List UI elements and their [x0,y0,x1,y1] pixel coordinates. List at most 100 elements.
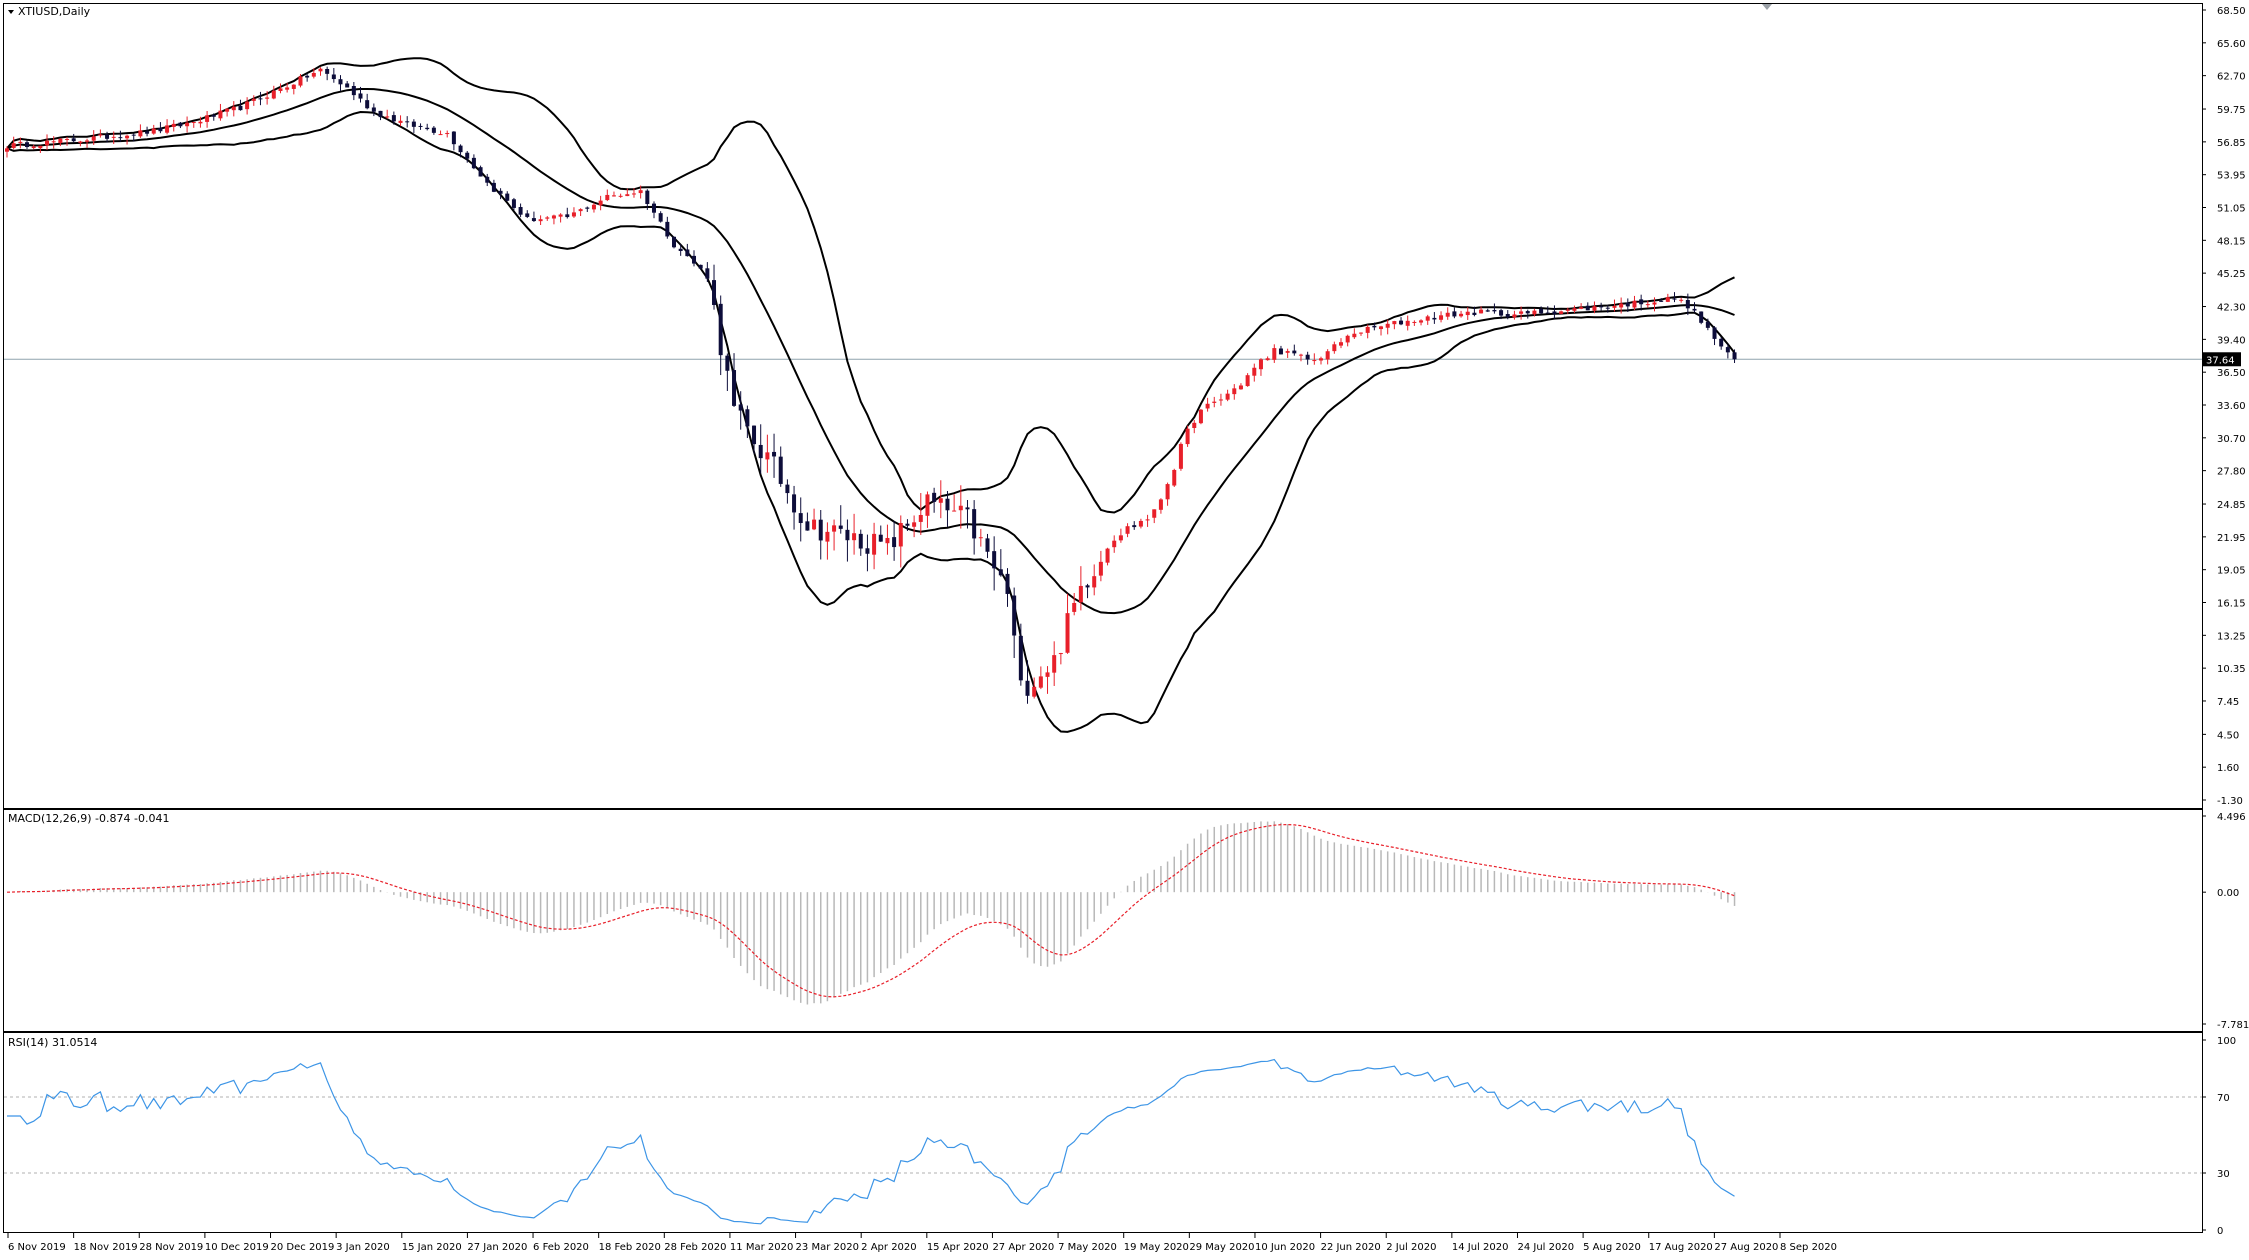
candle-body [471,157,476,169]
candle-body [1732,352,1737,360]
candle-body [1205,403,1210,409]
candle-body [1465,311,1470,316]
candle-body [598,200,603,206]
candle-body [38,145,43,149]
price-tick-label: 7.45 [2217,697,2239,708]
candle-body [385,116,390,118]
date-tick-label: 10 Jun 2020 [1255,1242,1315,1253]
candle-body [778,456,783,484]
candle-body [1192,422,1197,428]
date-tick-label: 5 Aug 2020 [1583,1242,1641,1253]
candle-body [1078,585,1083,603]
candle-body [231,106,236,111]
candle-body [1479,309,1484,314]
candle-body [405,121,410,123]
price-tick-label: 65.60 [2217,39,2246,50]
candle-body [1712,327,1717,339]
candle-body [618,195,623,197]
trading-chart[interactable]: 68.50 65.60 62.70 59.75 56.85 53.95 51.05 48.15… [0,0,2249,1260]
candle-body [65,138,70,140]
candle-body [725,355,730,371]
candle-body [398,120,403,123]
candle-body [1032,686,1037,697]
candle-body [91,136,96,141]
candle-body [1305,354,1310,360]
candle-body [1272,348,1277,360]
candle-body [1225,393,1230,400]
candle-body [1365,326,1370,333]
candle-body [1512,314,1517,318]
candle-body [998,569,1003,576]
date-tick-label: 18 Nov 2019 [74,1242,138,1253]
candle-body [1679,299,1684,301]
candle-body [1385,323,1390,328]
date-tick-label: 27 Aug 2020 [1714,1242,1778,1253]
candle-body [1405,320,1410,326]
candle-body [1559,311,1564,314]
candle-body [1278,348,1283,355]
date-tick-label: 14 Jul 2020 [1452,1242,1509,1253]
candle-body [745,409,750,427]
candle-body [145,131,150,134]
candle-body [1492,310,1497,312]
candle-body [952,510,957,512]
candle-body [165,125,170,133]
candle-body [698,264,703,269]
candle-body [545,217,550,219]
candle-body [885,537,890,544]
candle-body [305,75,310,78]
candle-body [485,176,490,183]
candle-body [1552,311,1557,314]
candle-body [578,209,583,212]
candle-body [1292,350,1297,354]
price-tick-label: 33.60 [2217,401,2246,412]
candle-body [1645,304,1650,306]
candle-body [585,207,590,209]
candle-body [1619,303,1624,308]
candle-body [1258,359,1263,370]
date-tick-label: 6 Feb 2020 [533,1242,589,1253]
candle-body [18,141,23,143]
candle-body [1025,680,1030,696]
candle-body [371,107,376,112]
candle-body [1285,351,1290,353]
price-tick-label: 13.25 [2217,631,2246,642]
price-tick-label: -1.30 [2217,796,2243,807]
candle-body [538,219,543,222]
candle-body [71,138,76,142]
candle-body [1572,308,1577,311]
candle-body [925,494,930,516]
price-tick-label: 51.05 [2217,204,2246,215]
date-tick-label: 19 May 2020 [1124,1242,1189,1253]
candle-body [705,268,710,279]
candle-body [1105,548,1110,563]
candle-body [1058,653,1063,655]
candle-body [171,123,176,127]
candle-body [825,531,830,542]
candle-body [358,93,363,99]
price-tick-label: 39.40 [2217,335,2246,346]
candle-body [1312,360,1317,362]
candle-body [1659,300,1664,302]
date-tick-label: 28 Feb 2020 [664,1242,726,1253]
candle-body [518,207,523,215]
date-tick-label: 27 Jan 2020 [467,1242,527,1253]
candle-body [1692,308,1697,311]
candle-body [1612,305,1617,308]
date-tick-label: 23 Mar 2020 [796,1242,859,1253]
date-tick-label: 7 May 2020 [1058,1242,1117,1253]
date-tick-label: 28 Nov 2019 [139,1242,203,1253]
candle-body [1165,484,1170,500]
rsi-tick-label: 0 [2217,1226,2223,1237]
candle-body [898,522,903,547]
candle-body [758,444,763,459]
candle-body [1699,311,1704,323]
price-tick-label: 36.50 [2217,368,2246,379]
candle-body [191,121,196,123]
candle-body [792,494,797,513]
candle-body [1419,320,1424,323]
candle-body [58,138,63,144]
candle-body [365,100,370,109]
candle-body [591,204,596,210]
candle-body [838,525,843,529]
